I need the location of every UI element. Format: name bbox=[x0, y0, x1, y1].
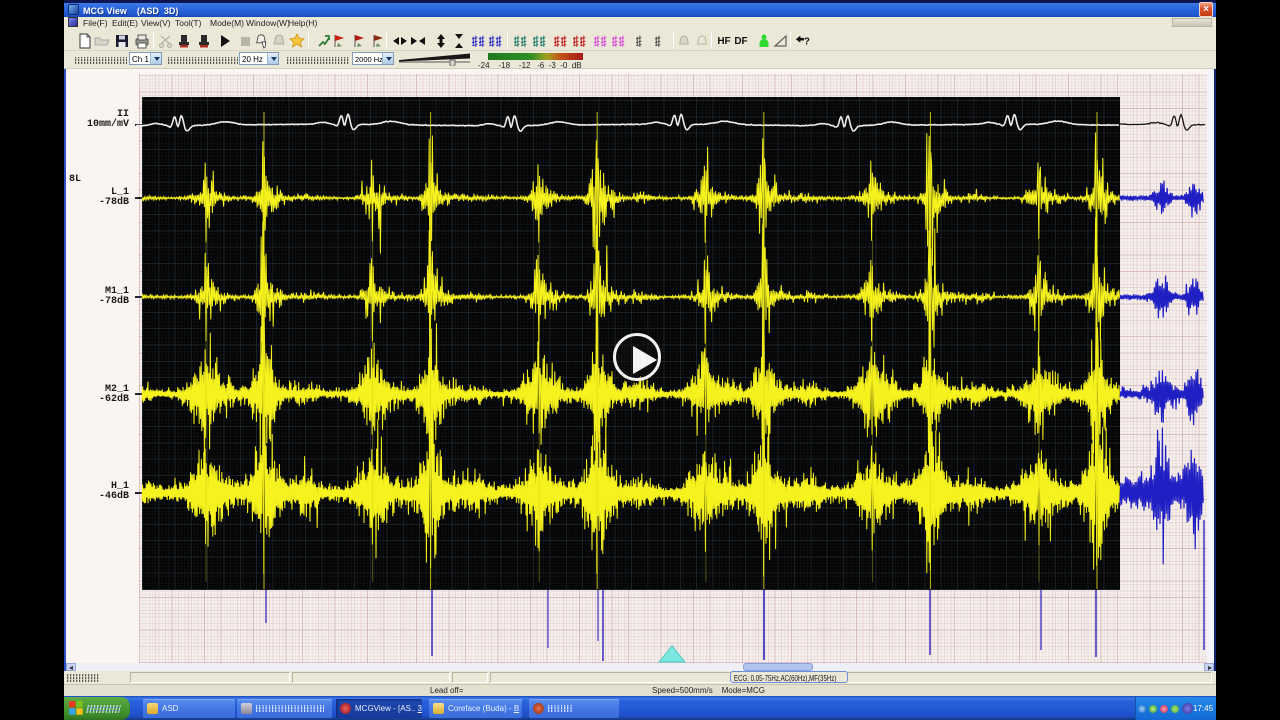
svg-text:?: ? bbox=[804, 37, 810, 48]
